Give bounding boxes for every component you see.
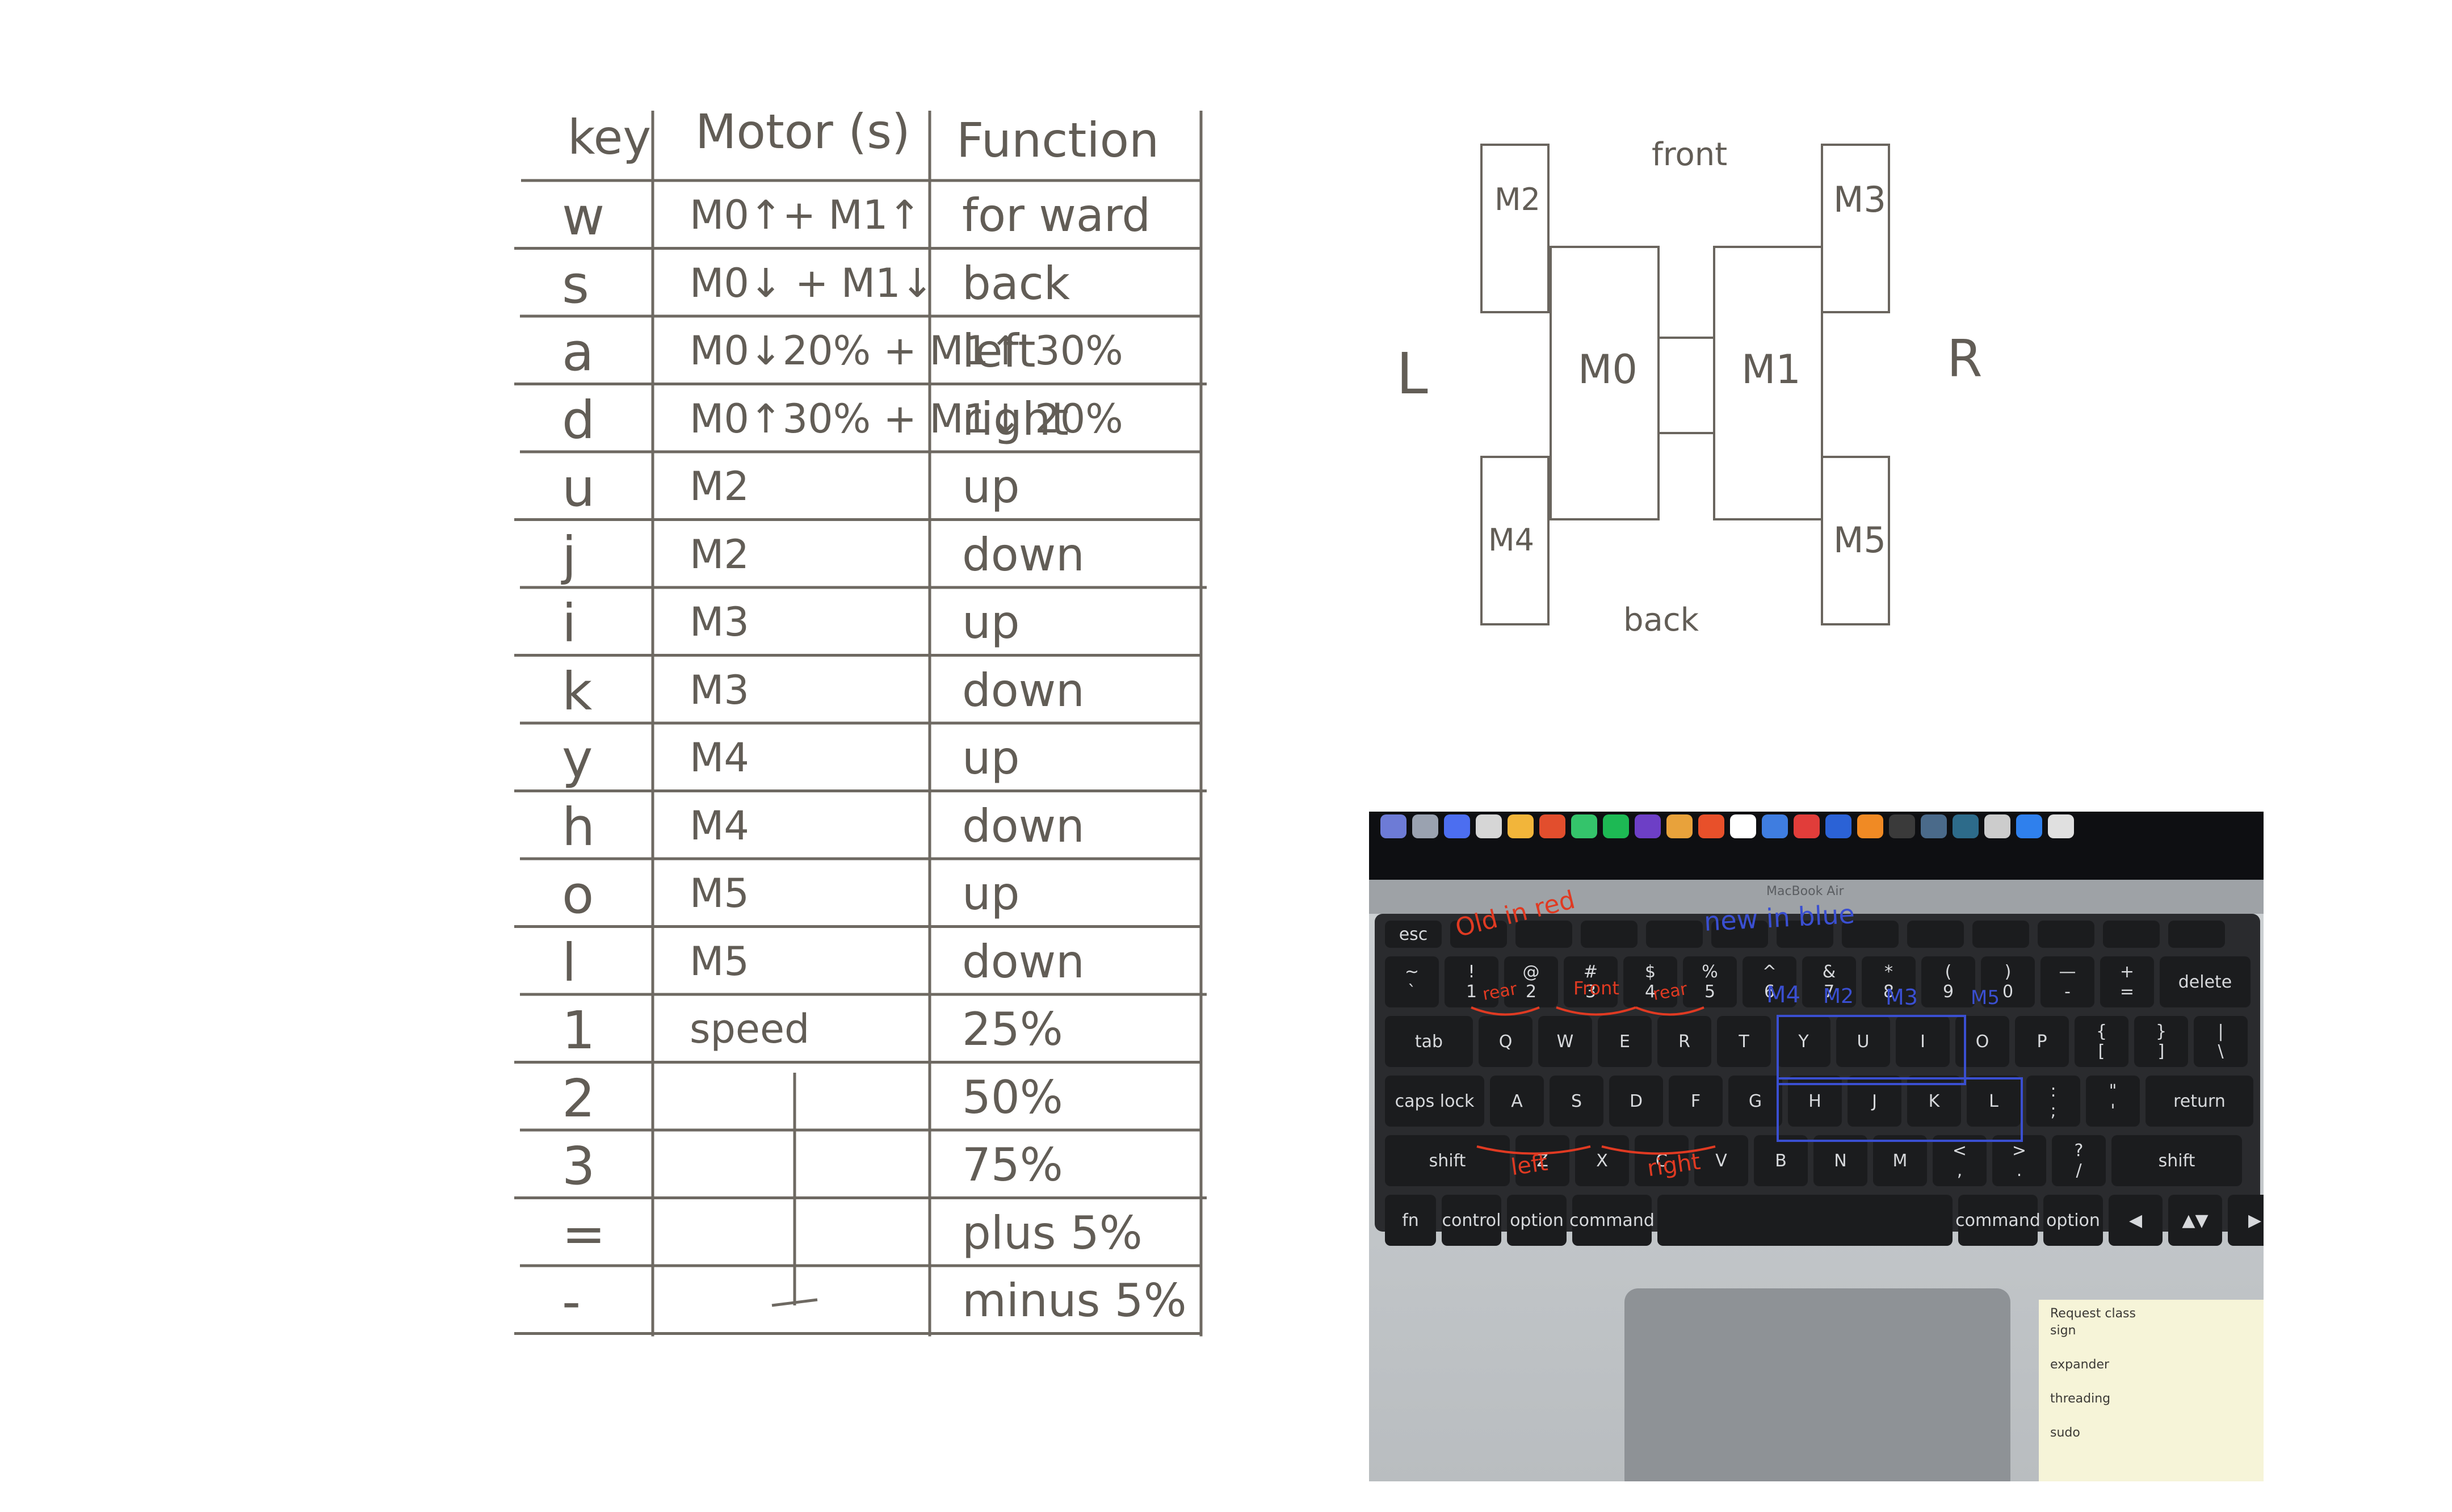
row-motor: speed	[690, 1006, 810, 1052]
row-function: down	[962, 528, 1085, 581]
row-function: left	[962, 325, 1036, 377]
row-function: up	[962, 596, 1020, 649]
row-key: j	[562, 525, 577, 586]
row-motor: M4	[690, 734, 749, 781]
annotation-strokes	[1471, 1006, 2023, 1155]
row-function: 50%	[962, 1070, 1063, 1124]
m3-box	[1821, 144, 1890, 313]
row-key: =	[562, 1203, 606, 1265]
row-function: up	[962, 732, 1020, 784]
row-function: up	[962, 460, 1020, 513]
row-motor: M3	[690, 666, 749, 713]
row-motor: M3	[690, 599, 749, 645]
row-function: right	[962, 392, 1069, 446]
keyboard-photo: MacBook Air esc ~ `! 1 @ 2 # 3 $ 4% 5 ^ 6 & 7 *…	[1369, 812, 2264, 1481]
m1-label: M1	[1741, 346, 1801, 393]
row-motor: M2	[690, 463, 749, 510]
m2-box	[1480, 144, 1550, 313]
header-key: key	[568, 110, 652, 165]
front-label: front	[1652, 136, 1728, 173]
row-function: minus 5%	[962, 1274, 1187, 1327]
row-function: back	[962, 257, 1070, 310]
row-key: k	[562, 661, 593, 722]
row-key: u	[562, 457, 595, 518]
row-motor: M0↓ + M1↓	[690, 259, 934, 306]
row-key: 2	[562, 1068, 595, 1129]
row-function: down	[962, 663, 1085, 717]
row-function: 25%	[962, 1003, 1063, 1056]
row-key: i	[562, 593, 577, 654]
row-key: s	[562, 254, 589, 315]
row-key: d	[562, 389, 595, 451]
diagram-shapes	[1480, 144, 1890, 625]
row-function: plus 5%	[962, 1206, 1143, 1259]
row-key: w	[562, 186, 605, 247]
row-key: a	[562, 322, 594, 383]
row-motor: M5	[690, 870, 749, 917]
row-key: l	[562, 932, 577, 993]
row-key: h	[562, 796, 595, 858]
row-key: -	[562, 1271, 581, 1332]
row-key: y	[562, 729, 593, 789]
header-motor: Motor (s)	[695, 104, 910, 159]
m3-label: M3	[1833, 179, 1886, 220]
back-label: back	[1623, 602, 1699, 639]
left-side-label: L	[1396, 341, 1428, 407]
key-mapping-table: key Motor (s) Function w M0↑+ M1↑ for ward s M0…	[0, 0, 1249, 1362]
row-key: 3	[562, 1136, 595, 1196]
row-function: up	[962, 867, 1020, 920]
m0-label: M0	[1578, 346, 1638, 393]
row-function: for ward	[962, 189, 1151, 242]
row-key: 1	[562, 1000, 595, 1061]
row-function: down	[962, 799, 1085, 852]
row-function: 75%	[962, 1139, 1063, 1191]
row-function: down	[962, 935, 1085, 988]
robot-motor-diagram: front back L R M0 M1 M2 M3 M4 M5	[1362, 102, 2015, 670]
row-motor: M0↑+ M1↑	[690, 192, 922, 238]
header-function: Function	[956, 112, 1160, 168]
m5-label: M5	[1833, 519, 1886, 561]
right-side-label: R	[1947, 329, 1983, 389]
row-motor: M0↓20% + M1↑ 30%	[690, 327, 1123, 374]
row-motor: M4	[690, 802, 749, 849]
m4-label: M4	[1488, 522, 1534, 558]
row-motor: M5	[690, 938, 749, 985]
center-link-box	[1657, 337, 1715, 434]
m2-label: M2	[1494, 182, 1540, 217]
row-key: o	[562, 864, 594, 925]
row-motor: M2	[690, 531, 749, 578]
